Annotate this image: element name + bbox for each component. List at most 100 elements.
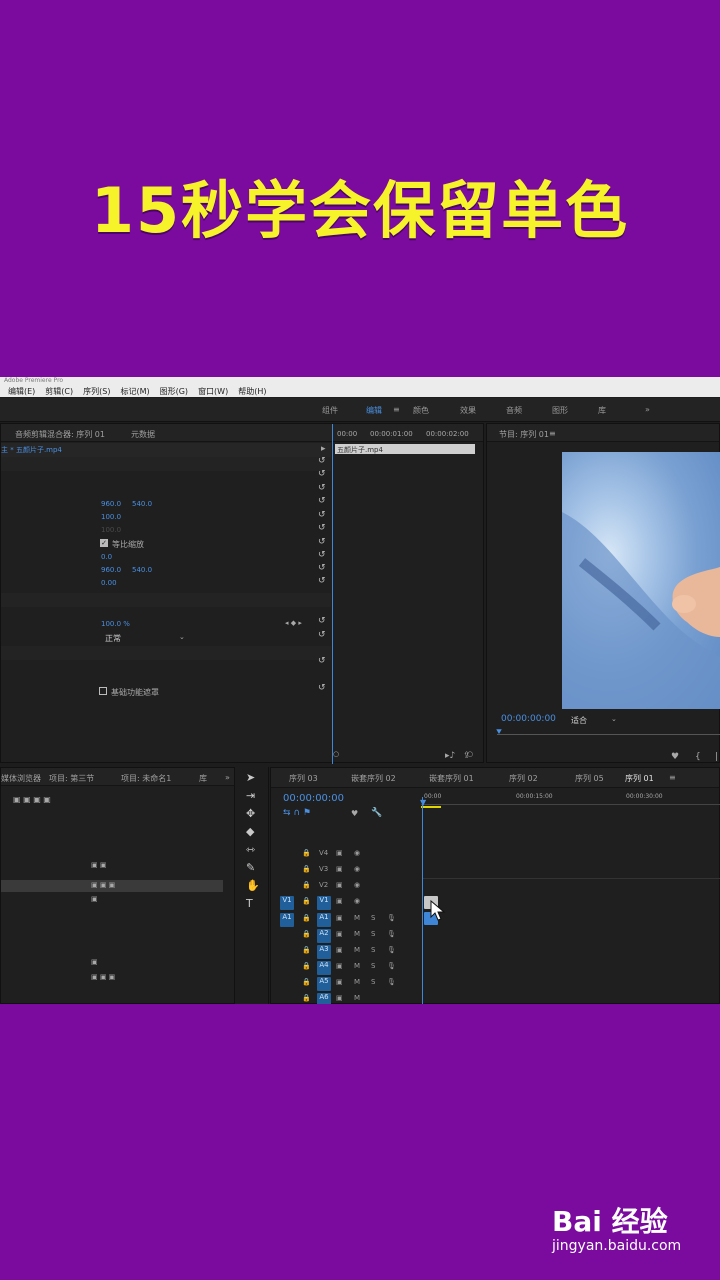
blend-dropdown-icon[interactable]: ⌄ <box>179 633 185 641</box>
solo-icon[interactable]: S <box>371 930 375 938</box>
wrench-icon[interactable]: 🔧 <box>371 808 382 818</box>
sync-icon[interactable]: ▣ <box>336 930 343 938</box>
sync-icon[interactable]: ▣ <box>336 962 343 970</box>
timeline-tool-icons[interactable]: ⇆ ∩ ⚑ <box>283 808 311 818</box>
track-label-a5[interactable]: A5 <box>317 977 331 991</box>
program-scrub-bar[interactable] <box>497 734 720 735</box>
reset-icon[interactable]: ↺ <box>318 523 326 533</box>
workspace-overflow-icon[interactable]: » <box>645 405 650 414</box>
sync-icon[interactable]: ▣ <box>336 897 343 905</box>
tab-audio-mixer[interactable]: 音频剪辑混合器: 序列 01 <box>15 429 105 440</box>
rotation-value[interactable]: 0.0 <box>101 553 112 561</box>
menu-graphics[interactable]: 图形(G) <box>160 386 188 397</box>
menu-help[interactable]: 帮助(H) <box>238 386 266 397</box>
mic-icon[interactable]: 🎙 <box>387 914 396 922</box>
lock-icon[interactable]: 🔒 <box>302 994 311 1002</box>
track-label-a2[interactable]: A2 <box>317 929 331 943</box>
sync-icon[interactable]: ▣ <box>336 849 343 857</box>
track-label-a3[interactable]: A3 <box>317 945 331 959</box>
razor-tool-icon[interactable]: ◆ <box>246 825 254 838</box>
fit-value[interactable]: 适合 <box>571 715 587 726</box>
clip-expand-icon[interactable]: ▸ <box>321 444 326 454</box>
slip-tool-icon[interactable]: ⇿ <box>246 843 255 856</box>
tab-nested-02[interactable]: 嵌套序列 02 <box>351 773 396 784</box>
workspace-audio[interactable]: 音频 <box>506 405 522 416</box>
track-label-a1[interactable]: A1 <box>317 913 331 927</box>
type-tool-icon[interactable]: T <box>246 897 253 910</box>
pen-tool-icon[interactable]: ✎ <box>246 861 255 874</box>
track-label-v1[interactable]: V1 <box>317 896 331 910</box>
reset-icon[interactable]: ↺ <box>318 456 326 466</box>
tab-seq-03[interactable]: 序列 03 <box>289 773 318 784</box>
tab-project-3[interactable]: 项目: 第三节 <box>49 773 94 784</box>
sync-icon[interactable]: ▣ <box>336 865 343 873</box>
menu-sequence[interactable]: 序列(S) <box>83 386 110 397</box>
timeline-playhead-icon[interactable]: ▼ <box>420 798 426 807</box>
track-label-v2[interactable]: V2 <box>319 881 328 889</box>
panel-menu-icon[interactable]: ≡ <box>549 429 556 438</box>
ripple-edit-tool-icon[interactable]: ✥ <box>246 807 255 820</box>
scale-value[interactable]: 100.0 <box>101 513 121 521</box>
reset-icon[interactable]: ↺ <box>318 576 326 586</box>
solo-icon[interactable]: S <box>371 946 375 954</box>
reset-icon[interactable]: ↺ <box>318 510 326 520</box>
reset-icon[interactable]: ↺ <box>318 616 326 626</box>
lock-icon[interactable]: 🔒 <box>302 930 311 938</box>
solo-icon[interactable]: S <box>371 962 375 970</box>
lock-icon[interactable]: 🔒 <box>302 978 311 986</box>
lock-icon[interactable]: 🔒 <box>302 962 311 970</box>
tab-libraries[interactable]: 库 <box>199 773 207 784</box>
mic-icon[interactable]: 🎙 <box>387 962 396 970</box>
play-audio-icon[interactable]: ▸♪ <box>445 751 455 761</box>
hand-tool-icon[interactable]: ✋ <box>246 879 260 892</box>
program-playhead-icon[interactable]: ⯆ <box>495 727 503 738</box>
menu-edit[interactable]: 编辑(E) <box>8 386 35 397</box>
eye-icon[interactable]: ◉ <box>354 881 360 889</box>
reset-icon[interactable]: ↺ <box>318 469 326 479</box>
reset-icon[interactable]: ↺ <box>318 550 326 560</box>
menu-window[interactable]: 窗口(W) <box>198 386 228 397</box>
lock-icon[interactable]: 🔒 <box>302 914 311 922</box>
workspace-assembly[interactable]: 组件 <box>322 405 338 416</box>
tab-seq-05[interactable]: 序列 05 <box>575 773 604 784</box>
tab-metadata[interactable]: 元数据 <box>131 429 155 440</box>
keyframe-nav-icon[interactable]: ◂ ◆ ▸ <box>285 619 302 627</box>
anti-flicker-value[interactable]: 0.00 <box>101 579 117 587</box>
mic-icon[interactable]: 🎙 <box>387 978 396 986</box>
sync-icon[interactable]: ▣ <box>336 914 343 922</box>
solo-icon[interactable]: S <box>371 914 375 922</box>
lock-icon[interactable]: 🔒 <box>302 946 311 954</box>
selected-project-row[interactable]: ▣ ▣ ▣ <box>1 880 223 892</box>
tab-nested-01[interactable]: 嵌套序列 01 <box>429 773 474 784</box>
marker-add-icon[interactable]: ♥ <box>351 809 358 818</box>
sync-icon[interactable]: ▣ <box>336 946 343 954</box>
bin-icons[interactable]: ▣ ▣ ▣ ▣ <box>13 795 51 804</box>
selection-tool-icon[interactable]: ➤ <box>246 771 255 784</box>
timeline-ruler[interactable] <box>421 804 720 805</box>
solo-icon[interactable]: S <box>371 978 375 986</box>
fit-dropdown-icon[interactable]: ⌄ <box>611 715 617 723</box>
eye-icon[interactable]: ◉ <box>354 849 360 857</box>
sync-icon[interactable]: ▣ <box>336 994 343 1002</box>
reset-icon[interactable]: ↺ <box>318 656 326 666</box>
workspace-editing[interactable]: 编辑 <box>366 405 382 416</box>
sync-icon[interactable]: ▣ <box>336 978 343 986</box>
lock-icon[interactable]: 🔒 <box>302 881 311 889</box>
track-select-tool-icon[interactable]: ⇥ <box>246 789 255 802</box>
track-label-a6[interactable]: A6 <box>317 993 331 1004</box>
panel-menu-icon[interactable]: ≡ <box>669 773 676 782</box>
anchor-y[interactable]: 540.0 <box>132 566 152 574</box>
position-y[interactable]: 540.0 <box>132 500 152 508</box>
workspace-menu-icon[interactable]: ≡ <box>393 405 400 414</box>
track-label-a4[interactable]: A4 <box>317 961 331 975</box>
blend-mode-value[interactable]: 正常 <box>105 633 121 644</box>
track-label-v4[interactable]: V4 <box>319 849 328 857</box>
export-frame-icon[interactable]: ⇪ <box>463 751 471 761</box>
reset-icon[interactable]: ↺ <box>318 483 326 493</box>
reset-icon[interactable]: ↺ <box>318 563 326 573</box>
sync-icon[interactable]: ▣ <box>336 881 343 889</box>
marker-icon[interactable]: ♥ <box>671 752 679 762</box>
reset-icon[interactable]: ↺ <box>318 683 326 693</box>
reset-icon[interactable]: ↺ <box>318 496 326 506</box>
eye-icon[interactable]: ◉ <box>354 865 360 873</box>
